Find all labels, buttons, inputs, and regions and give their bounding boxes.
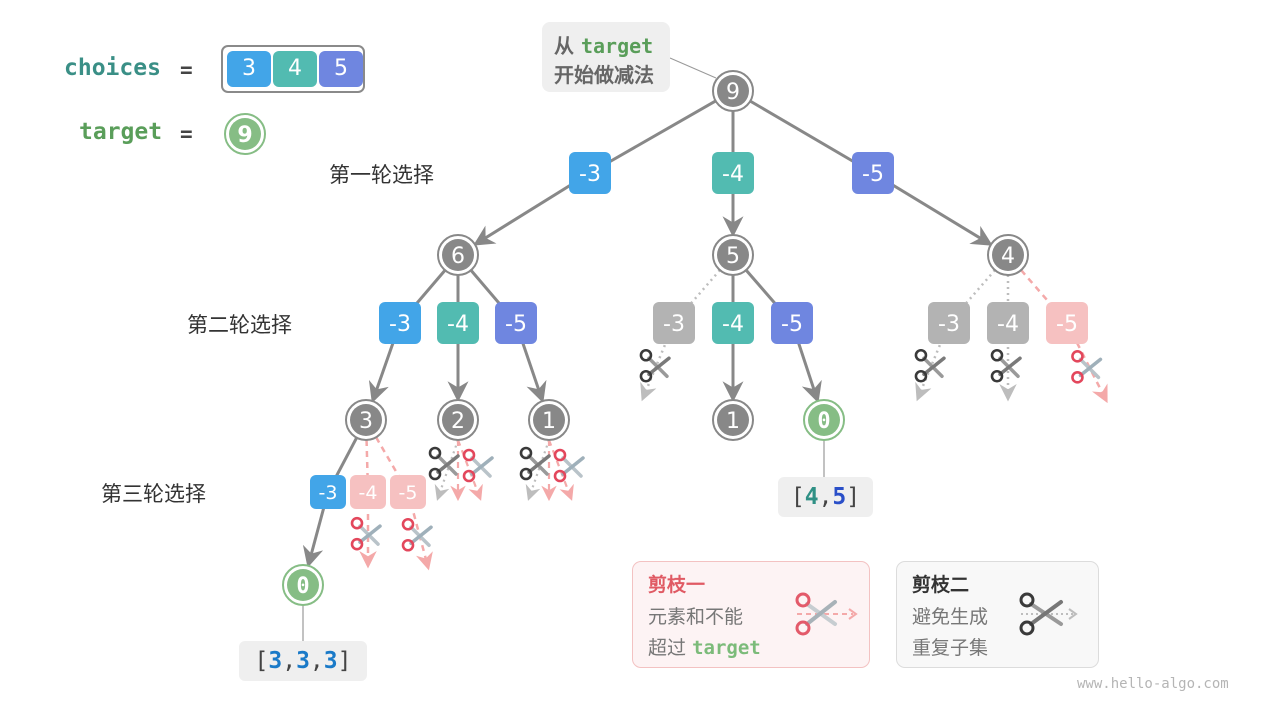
tree-node: 3	[345, 399, 387, 441]
start-callout: 从 target 开始做减法	[542, 22, 670, 92]
svg-text:1: 1	[726, 409, 740, 434]
result-4-5: [4,5]	[778, 477, 873, 517]
callout-code: target	[580, 34, 654, 58]
callout-connector	[669, 57, 717, 79]
tree-node: 1	[528, 399, 570, 441]
choice-label-minus3: -3	[569, 152, 611, 194]
legend-prune-one-line1: 元素和不能	[648, 606, 744, 628]
choice-cell-4: 4	[273, 51, 317, 87]
round-label-2: 第二轮选择	[187, 313, 292, 337]
legend-prune-two-title: 剪枝二	[912, 574, 970, 596]
choice-label-minus3: -3	[928, 302, 970, 344]
svg-text:6: 6	[451, 244, 465, 269]
svg-text:-4: -4	[447, 312, 469, 337]
svg-text:1: 1	[542, 409, 556, 434]
scissors-red-icon	[795, 592, 858, 636]
svg-text:-5: -5	[399, 482, 418, 504]
round-label-3: 第三轮选择	[101, 482, 206, 506]
target-label: target	[79, 119, 163, 145]
goal-node: 0	[803, 399, 845, 441]
svg-text:-3: -3	[319, 482, 338, 504]
choice-cell-5: 5	[319, 51, 363, 87]
choice-label-minus4: -4	[350, 475, 386, 509]
svg-text:-5: -5	[1056, 312, 1078, 337]
choice-cell-3: 3	[227, 51, 271, 87]
svg-text:-3: -3	[938, 312, 960, 337]
legend-prune-two-line2: 重复子集	[912, 637, 989, 659]
legend-prune-two: 剪枝二 避免生成 重复子集	[896, 561, 1099, 668]
svg-text:-4: -4	[359, 482, 378, 504]
choice-label-minus4: -4	[987, 302, 1029, 344]
scissors-dark-icon	[914, 348, 946, 383]
scissors-red-icon	[1071, 350, 1103, 384]
choices-equals: =	[180, 58, 193, 82]
goal-node: 0	[282, 564, 324, 606]
svg-text:-3: -3	[663, 312, 685, 337]
svg-text:9: 9	[726, 80, 740, 105]
svg-text:-5: -5	[781, 312, 803, 337]
scissors-dark-icon	[639, 348, 671, 383]
svg-text:0: 0	[817, 409, 830, 434]
svg-text:-3: -3	[579, 162, 601, 187]
target-equals: =	[180, 122, 193, 146]
tree-node: 2	[437, 399, 479, 441]
target-node: 9	[224, 113, 266, 155]
tree-node: 4	[987, 234, 1029, 276]
legend-prune-two-line1: 避免生成	[912, 606, 989, 628]
round-label-1: 第一轮选择	[329, 163, 434, 187]
choice-label-minus4: -4	[437, 302, 479, 344]
svg-text:-5: -5	[862, 162, 884, 187]
choice-label-minus5: -5	[495, 302, 537, 344]
choices-array: 3 4 5	[221, 45, 365, 93]
svg-text:-4: -4	[722, 312, 744, 337]
tree-node: 5	[712, 234, 754, 276]
callout-line2: 开始做减法	[554, 63, 654, 87]
svg-text:2: 2	[451, 409, 465, 434]
tree-node: 9	[712, 70, 754, 112]
choice-label-minus3: -3	[653, 302, 695, 344]
tree-node: 6	[437, 234, 479, 276]
legend-prune-one: 剪枝一 元素和不能 超过 target	[632, 561, 870, 668]
scissors-dark-icon	[1019, 592, 1078, 636]
svg-text:-3: -3	[389, 312, 411, 337]
result-3-3-3: [3,3,3]	[239, 641, 367, 681]
scissors-dark-icon	[990, 348, 1022, 383]
svg-text:9: 9	[237, 123, 252, 148]
choices-label: choices	[64, 55, 161, 81]
choice-label-minus3: -3	[379, 302, 421, 344]
scissors-red-icon	[350, 516, 382, 551]
choice-label-minus4: -4	[712, 302, 754, 344]
watermark: www.hello-algo.com	[1077, 676, 1229, 692]
legend-prune-one-title: 剪枝一	[648, 574, 706, 596]
choice-label-minus3: -3	[310, 475, 346, 509]
svg-text:-5: -5	[505, 312, 527, 337]
choice-label-minus5: -5	[390, 475, 426, 509]
svg-text:5: 5	[726, 244, 740, 269]
svg-text:0: 0	[296, 574, 309, 599]
choice-label-minus4: -4	[712, 152, 754, 194]
choice-label-minus5: -5	[1046, 302, 1088, 344]
callout-prefix: 从	[554, 34, 574, 58]
tree-node: 1	[712, 399, 754, 441]
svg-text:-4: -4	[722, 162, 744, 187]
svg-text:-4: -4	[997, 312, 1019, 337]
svg-text:3: 3	[359, 409, 373, 434]
svg-text:4: 4	[1001, 244, 1015, 269]
choice-label-minus5: -5	[852, 152, 894, 194]
choice-label-minus5: -5	[771, 302, 813, 344]
